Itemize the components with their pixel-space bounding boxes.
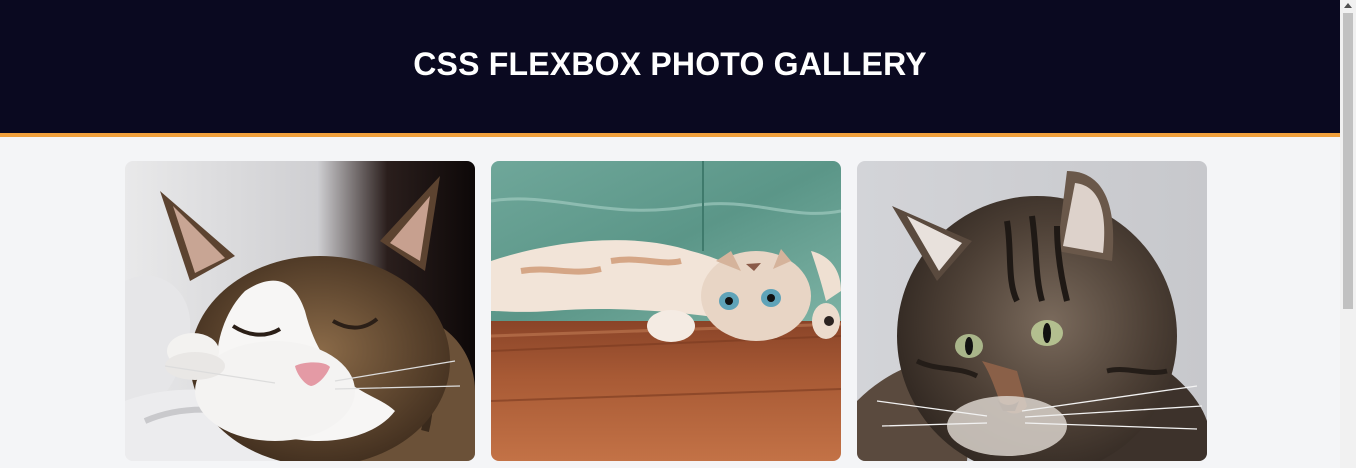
photo-gallery — [125, 161, 1207, 461]
tabby-cat-image — [857, 161, 1207, 461]
arrow-up-icon[interactable] — [1344, 3, 1352, 8]
upside-down-cat-image — [491, 161, 841, 461]
vertical-scrollbar[interactable] — [1340, 0, 1356, 468]
page-title: CSS FLEXBOX PHOTO GALLERY — [413, 46, 927, 82]
gallery-photo-2[interactable] — [491, 161, 841, 461]
gallery-photo-3[interactable] — [857, 161, 1207, 461]
gallery-photo-1[interactable] — [125, 161, 475, 461]
scrollbar-thumb[interactable] — [1343, 13, 1353, 309]
page-header: CSS FLEXBOX PHOTO GALLERY — [0, 0, 1340, 137]
sleeping-cat-image — [125, 161, 475, 461]
page: CSS FLEXBOX PHOTO GALLERY — [0, 0, 1340, 468]
